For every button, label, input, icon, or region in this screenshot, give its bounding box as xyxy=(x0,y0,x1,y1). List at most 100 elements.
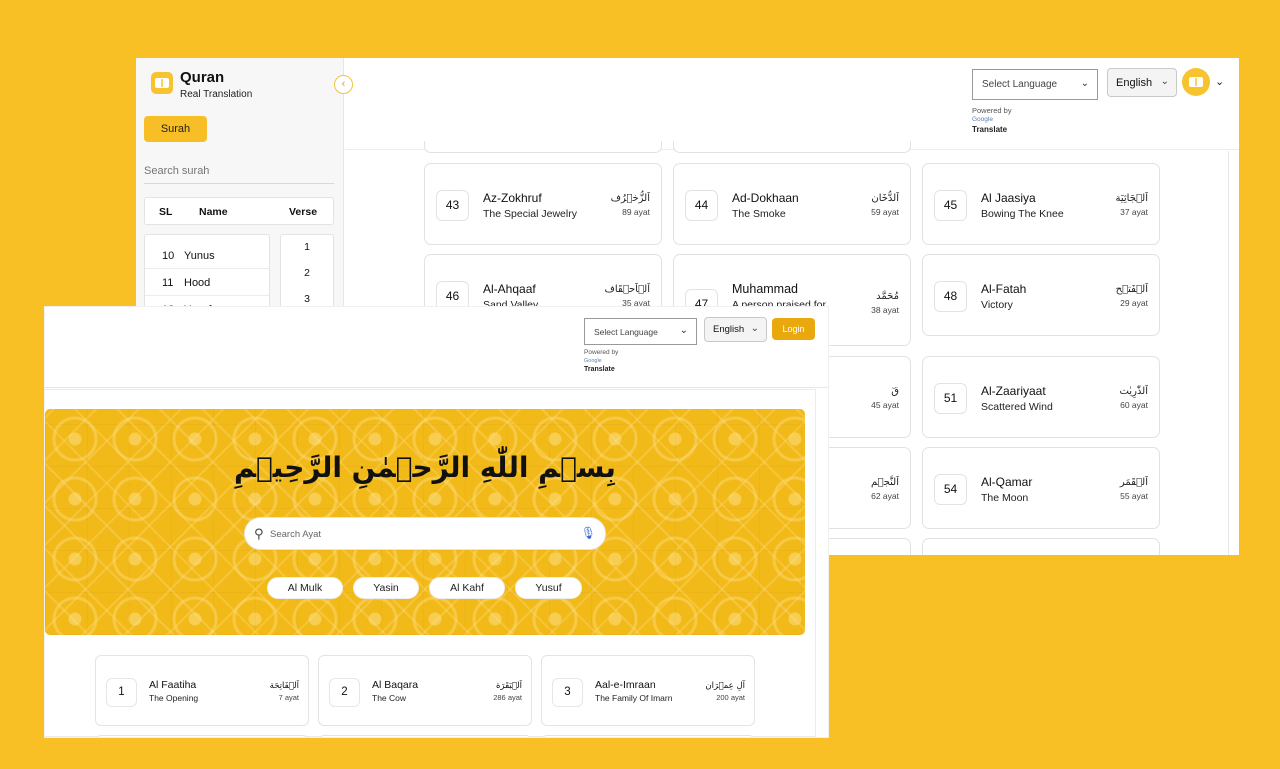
surah-table-header: SL Name Verse xyxy=(144,197,334,225)
language-select-label: Select Language xyxy=(594,327,658,337)
chevron-left-icon[interactable]: ‹ xyxy=(334,75,353,94)
google-text: Google xyxy=(584,358,602,364)
verse-item[interactable]: 1 xyxy=(281,241,333,253)
surah-name: Aal-e-Imraan xyxy=(595,679,656,691)
surah-card[interactable]: 54 Al-Qamar The Moon اَلۡقَمَر 55 ayat xyxy=(922,447,1160,529)
surah-button[interactable]: Surah xyxy=(144,116,207,142)
surah-name: Al-Ahqaaf xyxy=(483,282,536,296)
avatar[interactable] xyxy=(1182,68,1210,96)
surah-number: 45 xyxy=(934,190,967,221)
microphone-icon[interactable]: 🎙 xyxy=(581,526,596,540)
surah-name: Muhammad xyxy=(732,282,798,296)
surah-arabic-name: اَلنَّجۡم xyxy=(871,477,899,488)
surah-sl: 10 xyxy=(162,250,175,262)
surah-arabic-name: اَلذّٰرِیٰت xyxy=(1119,386,1148,397)
surah-number: 2 xyxy=(329,678,360,707)
language-select[interactable]: Select Language ⌄ xyxy=(584,318,697,345)
surah-translation: The Special Jewelry xyxy=(483,208,577,220)
chip-yusuf[interactable]: Yusuf xyxy=(515,577,582,599)
chevron-down-icon[interactable]: ⌄ xyxy=(1215,75,1224,88)
surah-ayat-count: 286 ayat xyxy=(493,693,522,702)
surah-card[interactable]: 43 Az-Zokhruf The Special Jewelry اَلزُّ… xyxy=(424,163,662,245)
surah-ayat-count: 200 ayat xyxy=(716,693,745,702)
google-translate-credit: Powered by Google Translate xyxy=(972,106,1012,134)
surah-number: 48 xyxy=(934,281,967,312)
surah-arabic-name: اَلۡفَاتِحَة xyxy=(269,681,299,691)
surah-card[interactable]: 44 Ad-Dokhaan The Smoke اَلدُّخَان 59 ay… xyxy=(673,163,911,245)
surah-card[interactable]: 2 Al Baqara The Cow اَلۡبَقَرَة 286 ayat xyxy=(318,655,532,726)
surah-ayat-count: 7 ayat xyxy=(278,693,299,702)
surah-ayat-count: 55 ayat xyxy=(1120,491,1148,501)
surah-name: Al-Fatah xyxy=(981,282,1027,296)
search-icon: ⚲ xyxy=(254,526,264,541)
surah-name: Az-Zokhruf xyxy=(483,191,542,205)
surah-card-partial xyxy=(673,141,911,153)
header-sl: SL xyxy=(159,206,173,218)
bismillah-calligraphy: بِسۡمِ اللّٰهِ الرَّحۡمٰنِ الرَّحِیۡمِ xyxy=(234,451,616,484)
surah-name: Al Faatiha xyxy=(149,679,197,691)
surah-ayat-count: 38 ayat xyxy=(871,305,899,315)
surah-search-input[interactable] xyxy=(144,158,334,184)
surah-arabic-name: اَلدُّخَان xyxy=(871,193,899,204)
surah-number: 54 xyxy=(934,474,967,505)
verse-item[interactable]: 3 xyxy=(281,293,333,305)
chip-al-mulk[interactable]: Al Mulk xyxy=(267,577,343,599)
english-select-label: English xyxy=(1116,77,1153,89)
translate-link[interactable]: Translate xyxy=(584,366,618,374)
header-verse: Verse xyxy=(289,206,318,218)
surah-card[interactable]: 45 Al Jaasiya Bowing The Knee اَلۡجَاثِي… xyxy=(922,163,1160,245)
chip-al-kahf[interactable]: Al Kahf xyxy=(429,577,505,599)
surah-translation: Bowing The Knee xyxy=(981,208,1064,220)
surah-ayat-count: 29 ayat xyxy=(1120,298,1148,308)
surah-card-partial xyxy=(318,735,532,737)
surah-arabic-name: اَلۡفَتۡح xyxy=(1115,284,1148,295)
surah-card[interactable]: 48 Al-Fatah Victory اَلۡفَتۡح 29 ayat xyxy=(922,254,1160,336)
surah-name: Al-Zaariyaat xyxy=(981,384,1046,398)
translate-link[interactable]: Translate xyxy=(972,125,1012,134)
surah-name: Al-Qamar xyxy=(981,475,1033,489)
surah-arabic-name: مُحَمَّد xyxy=(876,291,899,302)
surah-card-partial xyxy=(922,538,1160,555)
surah-arabic-name: اَلۡاَحۡقَاف xyxy=(604,284,650,295)
header-name: Name xyxy=(199,206,228,218)
surah-ayat-count: 37 ayat xyxy=(1120,207,1148,217)
surah-ayat-count: 45 ayat xyxy=(871,400,899,410)
search-ayat-input[interactable]: ⚲ Search Ayat 🎙 xyxy=(244,517,606,550)
surah-translation: The Opening xyxy=(149,693,199,703)
english-select[interactable]: English ⌄ xyxy=(1107,68,1177,97)
chevron-down-icon: ⌄ xyxy=(750,323,759,334)
surah-card-partial xyxy=(424,141,662,153)
surah-translation: The Moon xyxy=(981,492,1029,504)
surah-translation: The Family Of Imarn xyxy=(595,693,673,703)
chip-yasin[interactable]: Yasin xyxy=(353,577,419,599)
surah-ayat-count: 89 ayat xyxy=(622,207,650,217)
surah-ayat-count: 62 ayat xyxy=(871,491,899,501)
header-bar: Select Language ⌄ Powered by Google Tran… xyxy=(345,58,1239,150)
verse-item[interactable]: 2 xyxy=(281,267,333,279)
google-text: Google xyxy=(972,116,993,123)
login-button[interactable]: Login xyxy=(772,318,815,340)
surah-card[interactable]: 51 Al-Zaariyaat Scattered Wind اَلذّٰرِی… xyxy=(922,356,1160,438)
surah-card[interactable]: 3 Aal-e-Imraan The Family Of Imarn آلِ ع… xyxy=(541,655,755,726)
surah-list-item[interactable]: 11 Hood xyxy=(145,269,269,296)
english-select[interactable]: English ⌄ xyxy=(704,317,767,342)
surah-card[interactable]: 1 Al Faatiha The Opening اَلۡفَاتِحَة 7 … xyxy=(95,655,309,726)
surah-translation: The Smoke xyxy=(732,208,786,220)
surah-number: 1 xyxy=(106,678,137,707)
powered-by-text: Powered by xyxy=(972,106,1012,115)
surah-name: Al Baqara xyxy=(372,679,419,691)
surah-arabic-name: اَلۡبَقَرَة xyxy=(495,681,522,691)
surah-ayat-count: 59 ayat xyxy=(871,207,899,217)
verse-list: 1 2 3 xyxy=(280,234,334,314)
surah-sl: 11 xyxy=(162,277,174,289)
surah-card-partial xyxy=(541,735,755,737)
surah-arabic-name: اَلزُّخۡرُف xyxy=(610,193,650,204)
surah-translation: The Cow xyxy=(372,693,407,703)
surah-list-item[interactable]: 10 Yunus xyxy=(145,242,269,269)
header-bar: Select Language ⌄ Powered by Google Tran… xyxy=(45,307,828,388)
google-translate-credit: Powered by Google Translate xyxy=(584,349,618,374)
surah-list: 10 Yunus 11 Hood 12 Yusuf xyxy=(144,234,270,323)
search-placeholder: Search Ayat xyxy=(270,529,322,540)
surah-number: 43 xyxy=(436,190,469,221)
language-select[interactable]: Select Language ⌄ xyxy=(972,69,1098,100)
